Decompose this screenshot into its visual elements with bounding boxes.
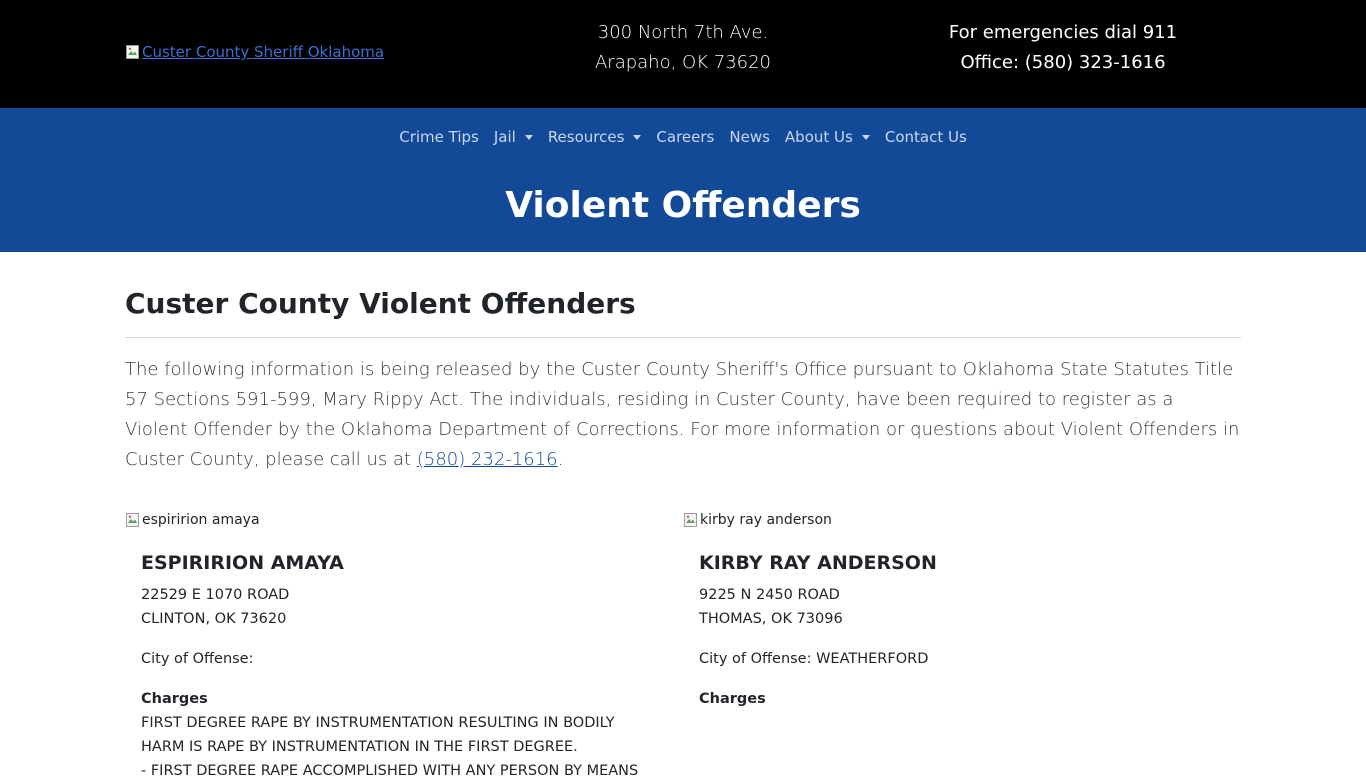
address-line-1: 22529 E 1070 ROAD — [141, 587, 290, 603]
photo-alt-text: kirby ray anderson — [700, 512, 832, 528]
page-title: Custer County Violent Offenders — [125, 287, 636, 320]
broken-image-icon — [125, 512, 141, 528]
nav-resources[interactable]: Resources — [540, 124, 649, 150]
address-block: 300 North 7th Ave. Arapaho, OK 73620 — [560, 18, 806, 78]
divider — [125, 337, 1241, 338]
address-line-1: 300 North 7th Ave. — [597, 22, 769, 43]
address-line-2: Arapaho, OK 73620 — [594, 52, 772, 73]
caret-down-icon[interactable] — [861, 134, 870, 140]
offender-address: 9225 N 2450 ROAD THOMAS, OK 73096 — [699, 583, 1225, 631]
top-header: Custer County Sheriff Oklahoma 300 North… — [0, 0, 1366, 108]
logo-link[interactable]: Custer County Sheriff Oklahoma — [125, 43, 384, 61]
nav-label[interactable]: Contact Us — [885, 128, 967, 146]
broken-image-icon — [125, 44, 141, 60]
charge-item: - FIRST DEGREE RAPE ACCOMPLISHED WITH AN… — [141, 763, 639, 779]
nav-label[interactable]: Jail — [494, 128, 516, 146]
nav-label[interactable]: Crime Tips — [399, 128, 479, 146]
nav-news[interactable]: News — [722, 124, 778, 150]
offender-photo: kirby ray anderson — [683, 510, 1241, 530]
intro-paragraph: The following information is being relea… — [125, 355, 1241, 475]
nav-crime-tips[interactable]: Crime Tips — [392, 124, 487, 150]
city-of-offense: City of Offense: WEATHERFORD — [699, 651, 929, 667]
offender-name: ESPIRIRION AMAYA — [141, 552, 344, 574]
caret-down-icon[interactable] — [633, 134, 642, 140]
address-line-2: CLINTON, OK 73620 — [141, 611, 287, 627]
address-line-2: THOMAS, OK 73096 — [699, 611, 843, 627]
intro-text: The following information is being relea… — [125, 359, 1240, 470]
charges-heading: Charges — [699, 691, 766, 707]
broken-image-icon — [683, 512, 699, 528]
nav-label[interactable]: Careers — [656, 128, 714, 146]
charges-heading: Charges — [141, 691, 208, 707]
offender-details: KIRBY RAY ANDERSON 9225 N 2450 ROAD THOM… — [683, 551, 1241, 711]
offender-card: espiririon amaya ESPIRIRION AMAYA 22529 … — [125, 508, 683, 783]
nav-label[interactable]: News — [729, 128, 770, 146]
offender-list: espiririon amaya ESPIRIRION AMAYA 22529 … — [125, 508, 1241, 783]
caret-down-icon[interactable] — [524, 134, 533, 140]
offender-card: kirby ray anderson KIRBY RAY ANDERSON 92… — [683, 508, 1241, 783]
main-content: Custer County Violent Offenders The foll… — [125, 252, 1241, 779]
nav-hero-band: Crime Tips Jail Resources Careers News A… — [0, 108, 1366, 252]
address-line-1: 9225 N 2450 ROAD — [699, 587, 840, 603]
nav-careers[interactable]: Careers — [649, 124, 722, 150]
photo-alt-text: espiririon amaya — [142, 512, 260, 528]
nav-about-us[interactable]: About Us — [777, 124, 877, 150]
hero-title: Violent Offenders — [505, 185, 861, 226]
nav-label[interactable]: About Us — [785, 128, 853, 146]
intro-end: . — [557, 449, 564, 470]
nav-jail[interactable]: Jail — [486, 124, 540, 150]
offender-name: KIRBY RAY ANDERSON — [699, 552, 937, 574]
main-nav: Crime Tips Jail Resources Careers News A… — [0, 124, 1366, 150]
offender-details: ESPIRIRION AMAYA 22529 E 1070 ROAD CLINT… — [125, 551, 683, 783]
logo-alt-text[interactable]: Custer County Sheriff Oklahoma — [142, 43, 384, 61]
nav-label[interactable]: Resources — [548, 128, 625, 146]
office-phone[interactable]: Office: (580) 323-1616 — [920, 48, 1206, 78]
city-of-offense: City of Offense: — [141, 651, 254, 667]
charge-item: FIRST DEGREE RAPE BY INSTRUMENTATION RES… — [141, 715, 615, 755]
emergency-line: For emergencies dial 911 — [948, 22, 1178, 43]
phone-link[interactable]: (580) 232-1616 — [417, 449, 558, 470]
offender-photo: espiririon amaya — [125, 510, 683, 530]
offender-address: 22529 E 1070 ROAD CLINTON, OK 73620 — [141, 583, 667, 631]
contact-block: For emergencies dial 911 Office: (580) 3… — [920, 18, 1206, 78]
nav-contact-us[interactable]: Contact Us — [877, 124, 974, 150]
